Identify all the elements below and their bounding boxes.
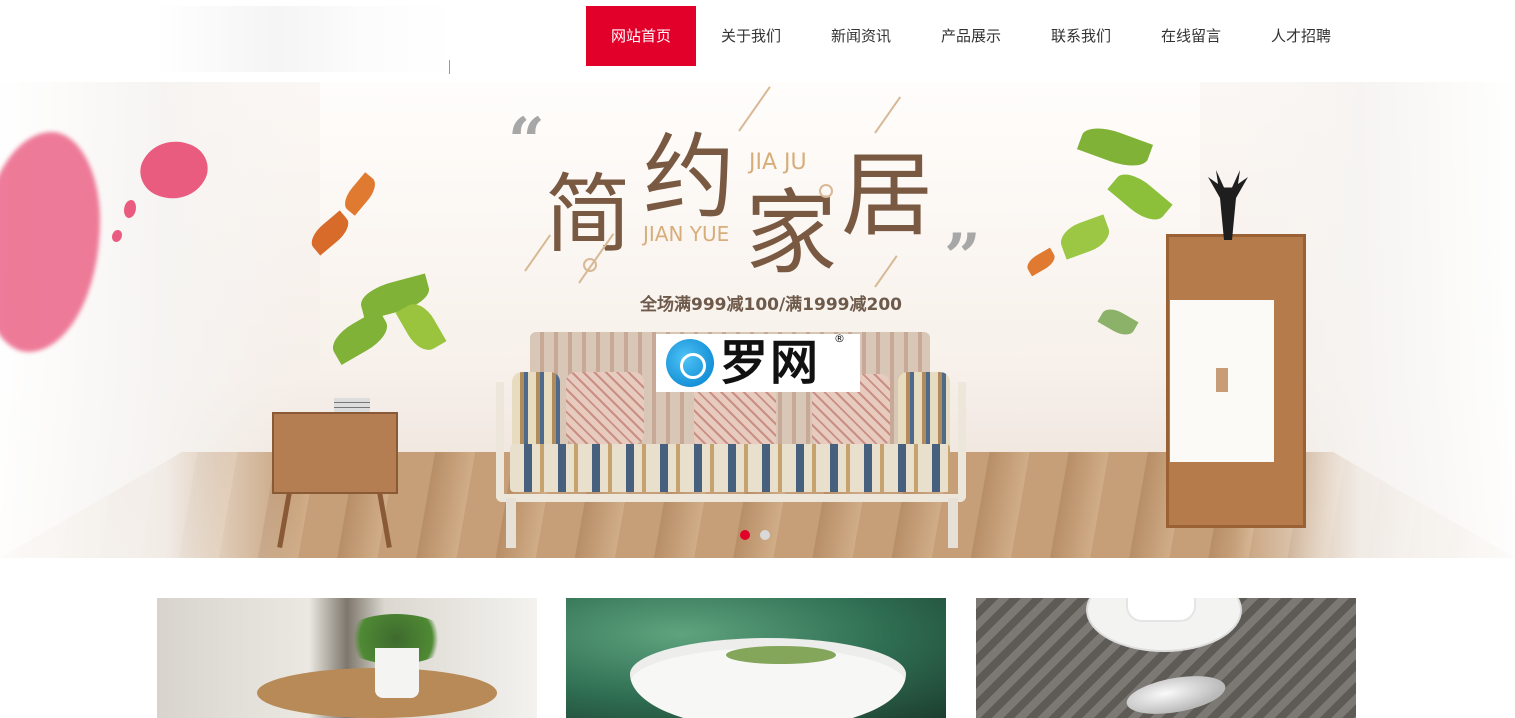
nav-item-products[interactable]: 产品展示 [916,6,1026,66]
nav-item-about[interactable]: 关于我们 [696,6,806,66]
logo-divider [449,60,450,74]
watermark-text: 罗网 [720,335,821,391]
sofa-leg [948,498,958,548]
feature-card-tableware[interactable] [976,598,1356,718]
feature-card-plant[interactable] [157,598,537,718]
pinyin-bottom: JIAN YUE [643,222,730,246]
title-char: 居 [841,142,934,249]
nav-item-contact[interactable]: 联系我们 [1026,6,1136,66]
title-char: 家 [745,180,838,287]
logo-image [155,6,455,72]
cabinet-knob [1216,368,1228,392]
watermark-logo-icon [666,339,714,387]
main-nav: 网站首页 关于我们 新闻资讯 产品展示 联系我们 在线留言 人才招聘 [586,6,1356,66]
nav-item-message[interactable]: 在线留言 [1136,6,1246,66]
sofa-frame [496,382,966,502]
feature-cards [157,598,1357,718]
cup-image [1126,598,1196,622]
quote-open: “ [508,104,545,179]
hero-banner[interactable]: “ ” 简 约 家 居 JIA JU JIAN YUE 全场满999减100/满… [0,82,1515,558]
watermark: 罗网 [656,334,860,392]
feature-card-bowl[interactable] [566,598,946,718]
watermark-registered-mark: ® [834,332,845,345]
promo-text: 全场满999减100/满1999减200 [640,295,902,315]
slider-dot-2[interactable] [760,530,770,540]
nav-item-home[interactable]: 网站首页 [586,6,696,66]
books-decoration [334,398,370,412]
spoon-image [1123,669,1229,718]
pinyin-top: JIA JU [749,150,807,175]
slider-dot-1[interactable] [740,530,750,540]
nav-item-news[interactable]: 新闻资讯 [806,6,916,66]
slider-pagination [740,530,770,540]
deco-circle [583,258,597,272]
title-char: 简 [545,165,631,265]
title-char: 约 [643,124,736,231]
deco-line [874,255,898,288]
plant-pot-image [375,648,419,698]
side-table-image [272,412,398,494]
nav-item-jobs[interactable]: 人才招聘 [1246,6,1356,66]
sofa-leg [506,498,516,548]
logo[interactable] [155,6,455,74]
salad-image [726,646,836,664]
site-header: 网站首页 关于我们 新闻资讯 产品展示 联系我们 在线留言 人才招聘 [0,0,1515,82]
deco-circle [819,184,833,198]
